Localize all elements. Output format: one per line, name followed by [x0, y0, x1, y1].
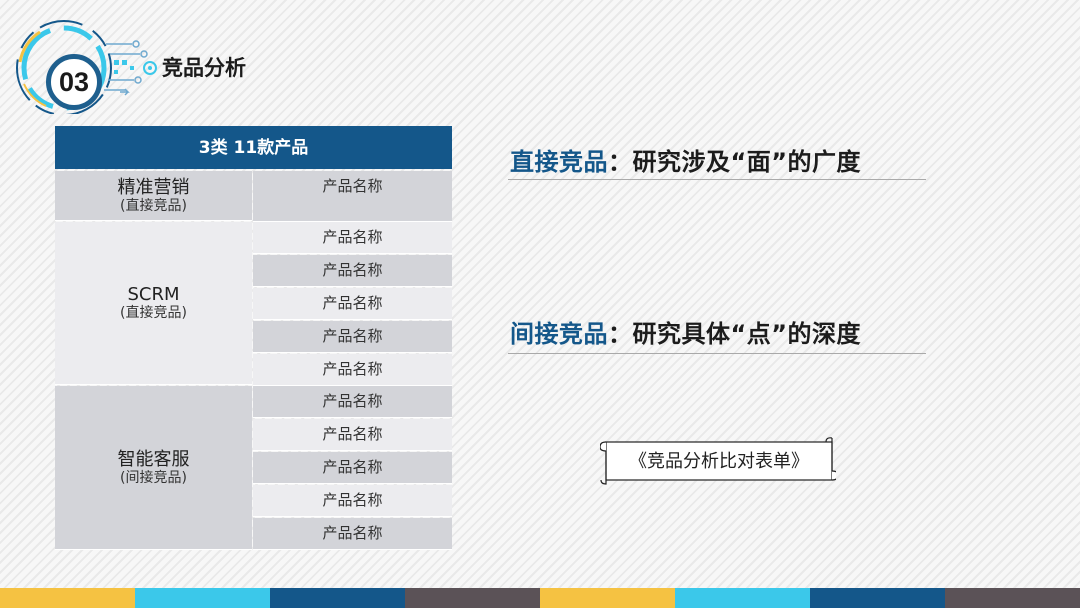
table-header: 3类 11款产品	[55, 126, 452, 169]
color-segment	[405, 588, 540, 608]
product-cell: 产品名称	[253, 419, 452, 451]
color-segment	[810, 588, 945, 608]
product-cell: 产品名称	[253, 452, 452, 484]
category-type: (直接竞品)	[120, 305, 187, 321]
product-cell: 产品名称	[253, 288, 452, 320]
color-segment	[135, 588, 270, 608]
heading-text: ：研究涉及“面”的广度	[608, 148, 862, 176]
color-segment	[270, 588, 405, 608]
comparison-form-scroll[interactable]: 《竞品分析比对表单》	[600, 436, 836, 486]
color-segment	[675, 588, 810, 608]
heading-prefix: 直接竞品	[510, 148, 608, 176]
category-name: SCRM	[127, 284, 180, 305]
product-cell: 产品名称	[253, 321, 452, 353]
bottom-color-bar	[0, 588, 1080, 608]
product-cell: 产品名称	[253, 255, 452, 287]
category-type: (间接竞品)	[120, 469, 187, 486]
category-precision-marketing: 精准营销 (直接竞品)	[55, 171, 252, 221]
product-cell: 产品名称	[253, 518, 452, 550]
heading-prefix: 间接竞品	[510, 320, 608, 348]
color-segment	[540, 588, 675, 608]
scroll-label: 《竞品分析比对表单》	[629, 451, 809, 472]
divider-line	[508, 179, 926, 180]
section-title: 竞品分析	[162, 56, 246, 80]
category-smart-service: 智能客服 (间接竞品)	[55, 386, 252, 550]
category-type: (直接竞品)	[120, 197, 187, 214]
category-scrm: SCRM (直接竞品)	[55, 222, 252, 385]
color-segment	[945, 588, 1080, 608]
heading-text: ：研究具体“点”的深度	[608, 320, 862, 348]
product-cell: 产品名称	[253, 354, 452, 386]
heading-indirect-competitors: 间接竞品：研究具体“点”的深度	[510, 314, 861, 349]
category-name: 精准营销	[117, 176, 190, 198]
product-cell: 产品名称	[253, 222, 452, 254]
product-cell: 产品名称	[253, 485, 452, 517]
divider-line	[508, 353, 926, 354]
product-cell: 产品名称	[253, 386, 452, 418]
product-cell: 产品名称	[253, 171, 452, 222]
section-number: 03	[46, 54, 102, 110]
color-segment	[0, 588, 135, 608]
competitor-table: 3类 11款产品 精准营销 (直接竞品) SCRM (直接竞品) 智能客服 (间…	[55, 126, 452, 550]
category-name: 智能客服	[117, 448, 190, 470]
section-badge: 03	[10, 14, 160, 114]
heading-direct-competitors: 直接竞品：研究涉及“面”的广度	[510, 142, 861, 177]
